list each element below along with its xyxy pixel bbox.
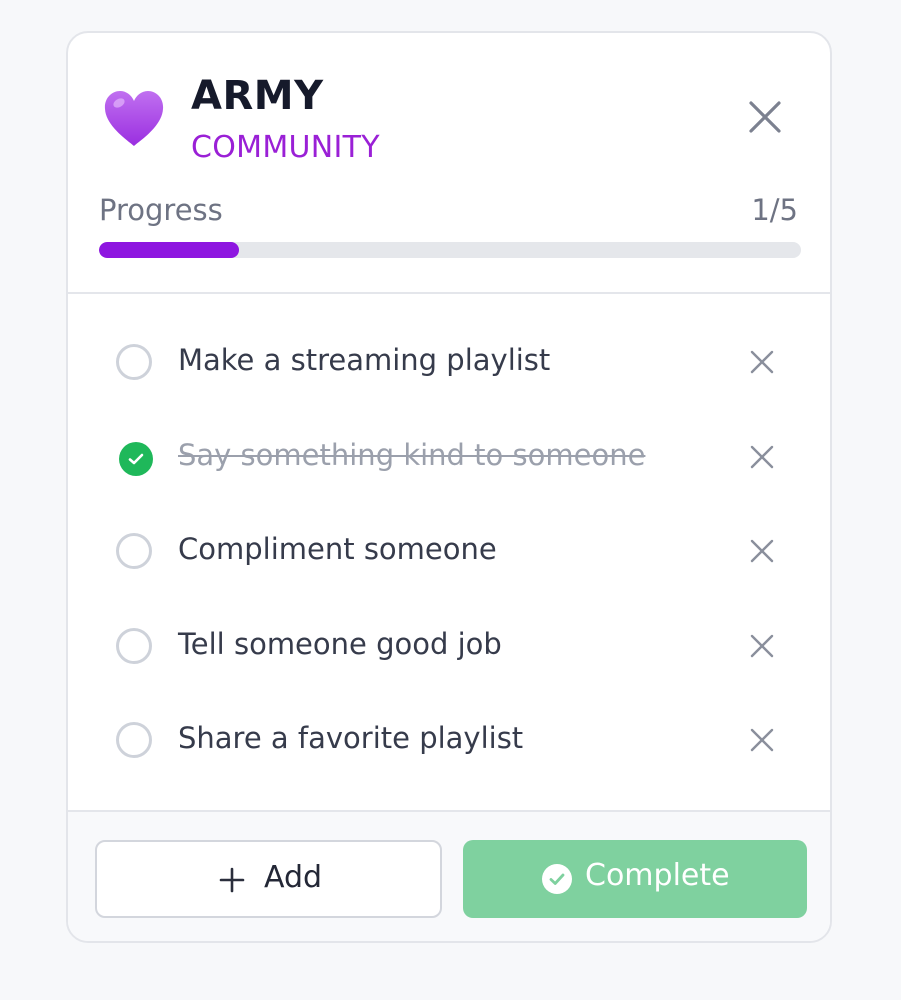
task-label: Make a streaming playlist	[178, 343, 551, 377]
task-label: Compliment someone	[178, 532, 497, 566]
task-checkbox[interactable]	[116, 533, 152, 569]
purple-heart-icon	[104, 91, 164, 146]
task-label: Share a favorite playlist	[178, 721, 524, 755]
remove-task-icon[interactable]	[749, 444, 775, 470]
task-card: ARMY COMMUNITY Progress 1/5 Make a strea…	[66, 31, 832, 943]
task-checkbox[interactable]	[116, 344, 152, 380]
complete-button-label: Complete	[585, 858, 730, 893]
progress-bar-fill	[99, 242, 240, 258]
progress-bar	[99, 242, 801, 258]
remove-task-icon[interactable]	[749, 633, 775, 659]
progress-count: 1/5	[751, 193, 798, 227]
remove-task-icon[interactable]	[749, 349, 775, 375]
category-label: COMMUNITY	[191, 130, 380, 165]
remove-task-icon[interactable]	[749, 727, 775, 753]
add-button[interactable]: Add	[95, 840, 442, 918]
task-item: Make a streaming playlist	[68, 317, 830, 411]
task-label: Say something kind to someone	[178, 437, 646, 472]
task-item: Share a favorite playlist	[68, 695, 830, 789]
remove-task-icon[interactable]	[749, 538, 775, 564]
task-label: Tell someone good job	[178, 626, 502, 661]
progress-label: Progress	[99, 193, 223, 227]
plus-icon	[219, 867, 245, 893]
add-button-label: Add	[264, 860, 323, 895]
task-item: Say something kind to someone	[68, 412, 830, 506]
card-footer: Add Complete	[68, 810, 830, 941]
task-checkbox[interactable]	[116, 722, 152, 758]
complete-button[interactable]: Complete	[463, 840, 807, 918]
card-header: ARMY COMMUNITY Progress 1/5	[68, 33, 830, 294]
task-item: Tell someone good job	[68, 601, 830, 695]
close-icon[interactable]	[745, 97, 785, 137]
check-icon	[128, 453, 144, 464]
check-circle-icon	[542, 864, 572, 894]
task-item: Compliment someone	[68, 506, 830, 600]
task-checkbox[interactable]	[116, 627, 152, 664]
task-checkbox-checked[interactable]	[119, 441, 153, 476]
page-title: ARMY	[191, 73, 324, 119]
